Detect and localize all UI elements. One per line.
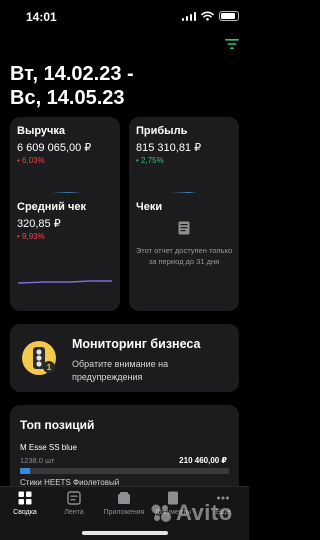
traffic-light-icon: 1: [22, 341, 56, 375]
home-indicator: [82, 531, 168, 535]
feed-icon: [67, 491, 81, 505]
metric-value: 320,85 ₽: [17, 218, 61, 230]
status-icons: [181, 10, 239, 22]
average-check-card[interactable]: Средний чек 320,85 ₽ • 9,93%: [10, 193, 120, 311]
summary-icon: [18, 491, 32, 505]
status-time: 14:01: [26, 10, 57, 24]
average-check-sparkline: [17, 280, 112, 284]
wifi-icon: [201, 11, 214, 21]
tab-label: Сводка: [13, 509, 37, 516]
document-icon: [178, 221, 190, 235]
reports-note: Этот отчет доступен только за период до …: [135, 246, 233, 266]
reports-title: Чеки: [136, 201, 163, 213]
metric-delta: • 2,75%: [136, 156, 164, 165]
top-positions-title: Топ позиций: [20, 418, 95, 432]
status-bar: 14:01: [0, 0, 249, 36]
metric-title: Прибыль: [136, 125, 188, 137]
metric-value: 815 310,81 ₽: [136, 142, 202, 154]
top-item-quantity: 1238.0 шт: [20, 456, 55, 465]
monitoring-title: Мониторинг бизнеса: [72, 337, 201, 351]
metric-delta: • 6,03%: [17, 156, 45, 165]
apps-icon: [118, 492, 130, 504]
tab-label: Приложения: [103, 509, 145, 516]
cellular-signal-icon: [181, 11, 196, 21]
top-item-sum: 210 460,00 ₽: [179, 456, 227, 465]
tab-feed[interactable]: Лента: [49, 491, 99, 516]
avito-logo-icon: [151, 504, 171, 522]
period-title[interactable]: Вт, 14.02.23 - Вс, 14.05.23: [10, 62, 210, 110]
monitoring-badge: 1: [47, 363, 52, 372]
top-item-name: M Esse SS blue: [20, 443, 77, 452]
metric-title: Выручка: [17, 125, 66, 137]
tab-summary[interactable]: Сводка: [0, 491, 50, 516]
tab-label: Лента: [64, 509, 84, 516]
battery-icon: [219, 11, 239, 21]
tab-apps[interactable]: Приложения: [99, 491, 149, 516]
avito-watermark: Avito: [150, 500, 246, 526]
top-item-bar: [20, 468, 229, 474]
metric-delta: • 9,93%: [17, 232, 45, 241]
metric-value: 6 609 065,00 ₽: [17, 142, 92, 154]
watermark-text: Avito: [176, 500, 233, 525]
business-monitoring-card[interactable]: 1 Мониторинг бизнеса Обратите внимание н…: [10, 324, 239, 392]
receipts-card[interactable]: Чеки Этот отчет доступен только за перио…: [129, 193, 239, 311]
filter-icon[interactable]: [225, 38, 239, 50]
metric-title: Средний чек: [17, 201, 86, 213]
monitoring-subtitle: Обратите внимание на предупреждения: [72, 359, 169, 382]
top-item-bar-fill: [20, 468, 31, 474]
battery-fill: [221, 13, 235, 19]
